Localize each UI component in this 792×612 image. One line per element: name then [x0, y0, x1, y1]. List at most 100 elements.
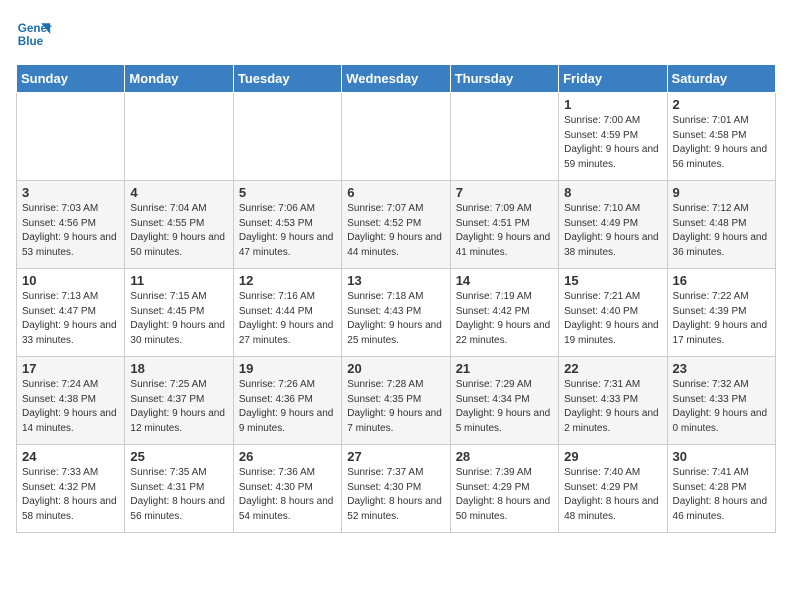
day-number: 26 [239, 449, 336, 464]
day-info: Sunrise: 7:16 AM Sunset: 4:44 PM Dayligh… [239, 290, 336, 348]
page-header: General Blue [16, 16, 776, 52]
day-cell [17, 93, 125, 181]
day-number: 19 [239, 361, 336, 376]
day-cell: 28Sunrise: 7:39 AM Sunset: 4:29 PM Dayli… [450, 445, 558, 533]
col-header-saturday: Saturday [667, 65, 775, 93]
day-info: Sunrise: 7:01 AM Sunset: 4:58 PM Dayligh… [673, 114, 770, 172]
day-number: 10 [22, 273, 119, 288]
week-row-2: 3Sunrise: 7:03 AM Sunset: 4:56 PM Daylig… [17, 181, 776, 269]
day-info: Sunrise: 7:28 AM Sunset: 4:35 PM Dayligh… [347, 378, 444, 436]
day-cell: 19 Sunrise: 7:26 AM Sunset: 4:36 PM Dayli… [233, 357, 341, 445]
day-number: 15 [564, 273, 661, 288]
day-number: 25 [130, 449, 227, 464]
day-info: Sunrise: 7:07 AM Sunset: 4:52 PM Dayligh… [347, 202, 444, 260]
day-number: 20 [347, 361, 444, 376]
day-cell: 16 Sunrise: 7:22 AM Sunset: 4:39 PM Dayli… [667, 269, 775, 357]
day-number: 14 [456, 273, 553, 288]
day-cell: 18 Sunrise: 7:25 AM Sunset: 4:37 PM Dayli… [125, 357, 233, 445]
day-cell: 23Sunrise: 7:32 AM Sunset: 4:33 PM Dayli… [667, 357, 775, 445]
day-number: 9 [673, 185, 770, 200]
day-info: Sunrise: 7:18 AM Sunset: 4:43 PM Dayligh… [347, 290, 444, 348]
day-cell: 15Sunrise: 7:21 AM Sunset: 4:40 PM Dayli… [559, 269, 667, 357]
day-info: Sunrise: 7:35 AM Sunset: 4:31 PM Dayligh… [130, 466, 227, 524]
day-info: Sunrise: 7:36 AM Sunset: 4:30 PM Dayligh… [239, 466, 336, 524]
col-header-tuesday: Tuesday [233, 65, 341, 93]
day-number: 18 [130, 361, 227, 376]
logo-icon: General Blue [16, 16, 52, 52]
day-number: 13 [347, 273, 444, 288]
day-number: 12 [239, 273, 336, 288]
day-info: Sunrise: 7:19 AM Sunset: 4:42 PM Dayligh… [456, 290, 553, 348]
day-info: Sunrise: 7:33 AM Sunset: 4:32 PM Dayligh… [22, 466, 119, 524]
day-info: Sunrise: 7:37 AM Sunset: 4:30 PM Dayligh… [347, 466, 444, 524]
day-number: 6 [347, 185, 444, 200]
day-number: 2 [673, 97, 770, 112]
day-cell: 29Sunrise: 7:40 AM Sunset: 4:29 PM Dayli… [559, 445, 667, 533]
day-info: Sunrise: 7:24 AM Sunset: 4:38 PM Dayligh… [22, 378, 119, 436]
day-cell: 21 Sunrise: 7:29 AM Sunset: 4:34 PM Dayli… [450, 357, 558, 445]
day-cell: 2 Sunrise: 7:01 AM Sunset: 4:58 PM Daylig… [667, 93, 775, 181]
day-cell: 1 Sunrise: 7:00 AM Sunset: 4:59 PM Daylig… [559, 93, 667, 181]
col-header-thursday: Thursday [450, 65, 558, 93]
day-cell: 17 Sunrise: 7:24 AM Sunset: 4:38 PM Dayli… [17, 357, 125, 445]
day-number: 21 [456, 361, 553, 376]
day-info: Sunrise: 7:22 AM Sunset: 4:39 PM Dayligh… [673, 290, 770, 348]
day-cell: 7 Sunrise: 7:09 AM Sunset: 4:51 PM Daylig… [450, 181, 558, 269]
col-header-wednesday: Wednesday [342, 65, 450, 93]
day-number: 4 [130, 185, 227, 200]
day-cell: 8 Sunrise: 7:10 AM Sunset: 4:49 PM Daylig… [559, 181, 667, 269]
day-cell [450, 93, 558, 181]
day-info: Sunrise: 7:09 AM Sunset: 4:51 PM Dayligh… [456, 202, 553, 260]
day-cell: 20 Sunrise: 7:28 AM Sunset: 4:35 PM Dayli… [342, 357, 450, 445]
col-header-monday: Monday [125, 65, 233, 93]
day-cell: 30 Sunrise: 7:41 AM Sunset: 4:28 PM Dayli… [667, 445, 775, 533]
calendar-table: SundayMondayTuesdayWednesdayThursdayFrid… [16, 64, 776, 533]
col-header-sunday: Sunday [17, 65, 125, 93]
day-number: 16 [673, 273, 770, 288]
day-info: Sunrise: 7:29 AM Sunset: 4:34 PM Dayligh… [456, 378, 553, 436]
day-info: Sunrise: 7:32 AM Sunset: 4:33 PM Dayligh… [673, 378, 770, 436]
day-info: Sunrise: 7:26 AM Sunset: 4:36 PM Dayligh… [239, 378, 336, 436]
day-number: 3 [22, 185, 119, 200]
day-cell: 13 Sunrise: 7:18 AM Sunset: 4:43 PM Dayli… [342, 269, 450, 357]
day-number: 11 [130, 273, 227, 288]
logo: General Blue [16, 16, 52, 52]
day-number: 28 [456, 449, 553, 464]
day-number: 8 [564, 185, 661, 200]
day-info: Sunrise: 7:13 AM Sunset: 4:47 PM Dayligh… [22, 290, 119, 348]
week-row-3: 10 Sunrise: 7:13 AM Sunset: 4:47 PM Dayli… [17, 269, 776, 357]
day-info: Sunrise: 7:00 AM Sunset: 4:59 PM Dayligh… [564, 114, 661, 172]
day-cell: 27 Sunrise: 7:37 AM Sunset: 4:30 PM Dayli… [342, 445, 450, 533]
day-number: 1 [564, 97, 661, 112]
day-cell: 11 Sunrise: 7:15 AM Sunset: 4:45 PM Dayli… [125, 269, 233, 357]
day-cell: 3Sunrise: 7:03 AM Sunset: 4:56 PM Daylig… [17, 181, 125, 269]
day-number: 30 [673, 449, 770, 464]
day-number: 7 [456, 185, 553, 200]
day-info: Sunrise: 7:10 AM Sunset: 4:49 PM Dayligh… [564, 202, 661, 260]
week-row-1: 1 Sunrise: 7:00 AM Sunset: 4:59 PM Daylig… [17, 93, 776, 181]
day-cell: 26 Sunrise: 7:36 AM Sunset: 4:30 PM Dayli… [233, 445, 341, 533]
day-cell: 9 Sunrise: 7:12 AM Sunset: 4:48 PM Daylig… [667, 181, 775, 269]
svg-text:Blue: Blue [18, 35, 44, 48]
day-info: Sunrise: 7:06 AM Sunset: 4:53 PM Dayligh… [239, 202, 336, 260]
day-info: Sunrise: 7:15 AM Sunset: 4:45 PM Dayligh… [130, 290, 227, 348]
day-cell: 14 Sunrise: 7:19 AM Sunset: 4:42 PM Dayli… [450, 269, 558, 357]
day-info: Sunrise: 7:12 AM Sunset: 4:48 PM Dayligh… [673, 202, 770, 260]
day-cell: 12 Sunrise: 7:16 AM Sunset: 4:44 PM Dayli… [233, 269, 341, 357]
day-cell [342, 93, 450, 181]
day-info: Sunrise: 7:04 AM Sunset: 4:55 PM Dayligh… [130, 202, 227, 260]
day-info: Sunrise: 7:31 AM Sunset: 4:33 PM Dayligh… [564, 378, 661, 436]
day-cell: 22 Sunrise: 7:31 AM Sunset: 4:33 PM Dayli… [559, 357, 667, 445]
day-number: 22 [564, 361, 661, 376]
day-cell: 24 Sunrise: 7:33 AM Sunset: 4:32 PM Dayli… [17, 445, 125, 533]
day-info: Sunrise: 7:25 AM Sunset: 4:37 PM Dayligh… [130, 378, 227, 436]
day-info: Sunrise: 7:41 AM Sunset: 4:28 PM Dayligh… [673, 466, 770, 524]
day-cell: 4 Sunrise: 7:04 AM Sunset: 4:55 PM Daylig… [125, 181, 233, 269]
day-cell: 10 Sunrise: 7:13 AM Sunset: 4:47 PM Dayli… [17, 269, 125, 357]
day-number: 17 [22, 361, 119, 376]
week-row-4: 17 Sunrise: 7:24 AM Sunset: 4:38 PM Dayli… [17, 357, 776, 445]
day-number: 24 [22, 449, 119, 464]
day-info: Sunrise: 7:40 AM Sunset: 4:29 PM Dayligh… [564, 466, 661, 524]
col-header-friday: Friday [559, 65, 667, 93]
day-number: 27 [347, 449, 444, 464]
